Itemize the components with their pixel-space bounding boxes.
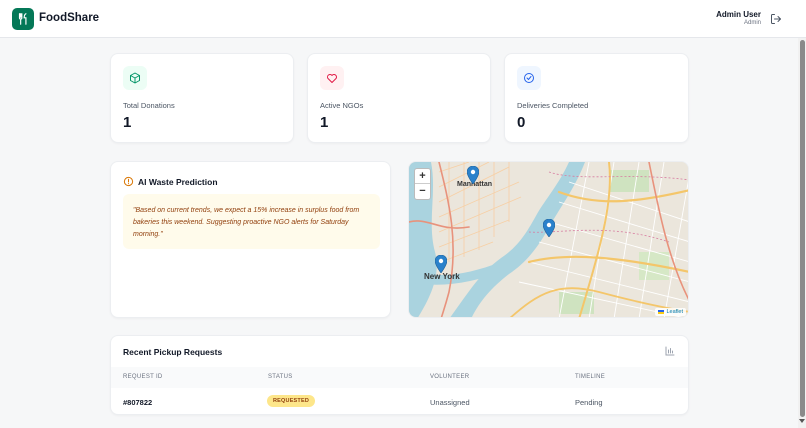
stat-label: Deliveries Completed <box>517 101 589 110</box>
bar-chart-icon[interactable] <box>664 345 676 357</box>
alert-circle-icon <box>123 176 134 187</box>
map-marker-icon[interactable] <box>467 166 479 184</box>
box-icon <box>130 72 140 84</box>
user-name: Admin User <box>716 10 761 19</box>
stat-icon-heart <box>320 66 344 90</box>
status-badge: REQUESTED <box>267 395 316 407</box>
logo <box>12 8 34 30</box>
stat-value: 0 <box>517 114 526 131</box>
user-role: Admin <box>743 20 761 26</box>
stat-value: 1 <box>320 114 329 131</box>
stat-icon-check <box>517 66 541 90</box>
map-marker-icon[interactable] <box>435 255 447 273</box>
stat-card-active-ngos: Active NGOs 1 <box>307 53 491 143</box>
map-tiles <box>409 162 688 317</box>
brand-name: FoodShare <box>39 12 100 24</box>
logout-icon[interactable] <box>770 13 782 25</box>
zoom-in-button[interactable]: + <box>415 169 430 184</box>
stat-card-total-donations: Total Donations 1 <box>110 53 294 143</box>
zoom-out-button[interactable]: − <box>415 184 430 199</box>
map[interactable]: Manhattan New York + − Leaflet <box>408 161 689 318</box>
timeline-value: Pending <box>575 398 603 407</box>
heart-icon <box>327 74 337 83</box>
recent-requests-card: Recent Pickup Requests REQUEST ID STATUS… <box>110 335 689 415</box>
request-id[interactable]: #807822 <box>123 398 152 407</box>
flag-icon <box>658 309 665 314</box>
ai-prediction-title: AI Waste Prediction <box>138 177 218 187</box>
map-marker-icon[interactable] <box>543 219 555 237</box>
stat-label: Active NGOs <box>320 101 364 110</box>
stat-card-deliveries-completed: Deliveries Completed 0 <box>504 53 689 143</box>
column-header-volunteer: VOLUNTEER <box>430 374 470 380</box>
top-bar: FoodShare Admin User Admin <box>0 0 806 38</box>
utensils-icon <box>18 13 27 25</box>
map-zoom-control: + − <box>414 168 431 200</box>
column-header-status: STATUS <box>268 374 293 380</box>
volunteer-name: Unassigned <box>430 398 470 407</box>
scrollbar-thumb[interactable] <box>800 40 805 417</box>
stat-icon-box <box>123 66 147 90</box>
stat-value: 1 <box>123 114 132 131</box>
ai-prediction-card: AI Waste Prediction "Based on current tr… <box>110 161 391 318</box>
ai-prediction-text: "Based on current trends, we expect a 15… <box>123 194 380 249</box>
scroll-down-arrow[interactable] <box>799 419 805 423</box>
attribution-link[interactable]: Leaflet <box>666 309 683 315</box>
map-attribution[interactable]: Leaflet <box>655 308 686 316</box>
check-circle-icon <box>524 73 534 83</box>
map-label-new-york: New York <box>424 272 460 281</box>
column-header-timeline: TIMELINE <box>575 374 606 380</box>
column-header-request-id: REQUEST ID <box>123 374 163 380</box>
stat-label: Total Donations <box>123 101 175 110</box>
recent-requests-title: Recent Pickup Requests <box>123 347 223 357</box>
